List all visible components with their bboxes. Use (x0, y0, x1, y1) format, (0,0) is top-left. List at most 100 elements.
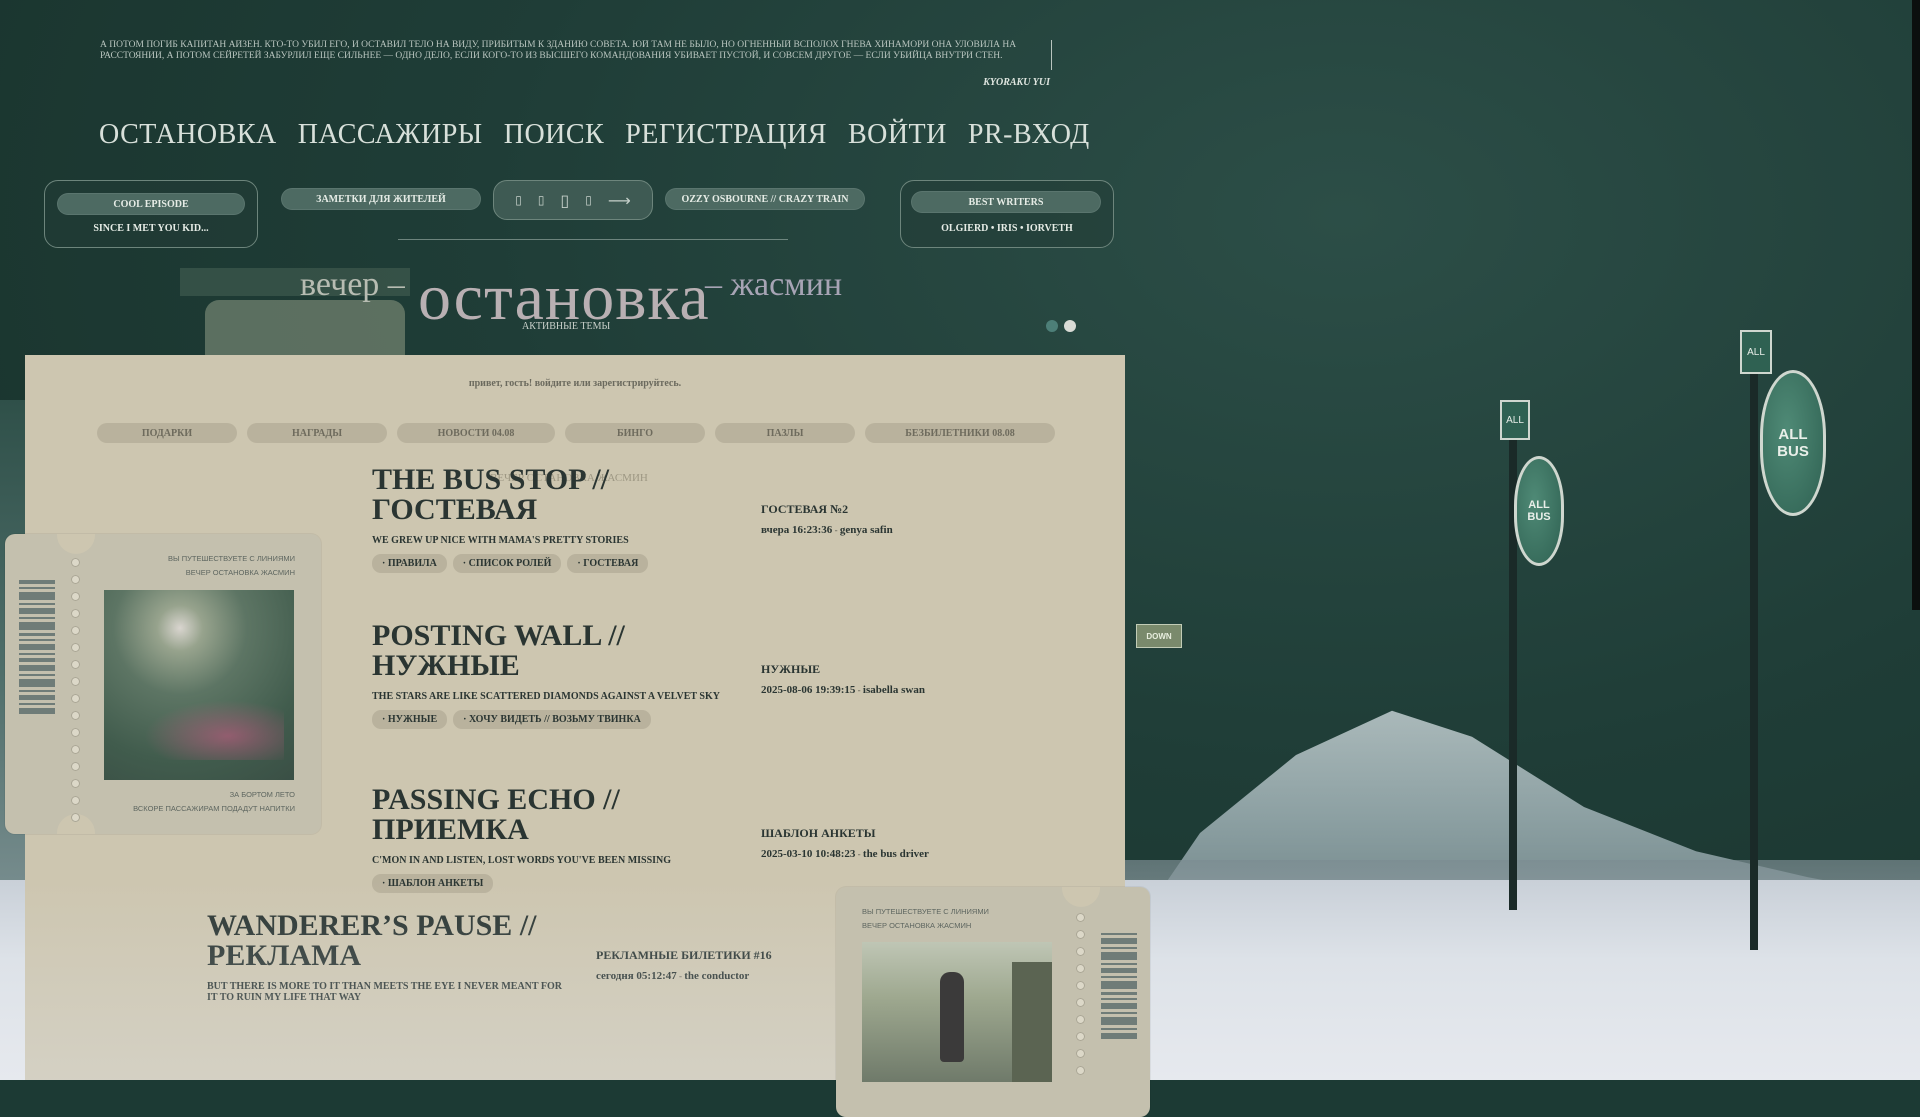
nav-register[interactable]: РЕГИСТРАЦИЯ (625, 119, 827, 151)
main-nav: ОСТАНОВКА ПАССАЖИРЫ ПОИСК РЕГИСТРАЦИЯ ВО… (99, 119, 1090, 151)
forward-icon[interactable]: ▯ (585, 193, 592, 207)
forum-title[interactable]: THE BUS STOP // ГОСТЕВАЯ (372, 465, 752, 525)
last-post-guestbook: ГОСТЕВАЯ №2 вчера 16:23:36 - genya safin (761, 502, 1041, 536)
ticket-right: ВЫ ПУТЕШЕСТВУЕТЕ С ЛИНИЯМИ ВЕЧЕР ОСТАНОВ… (836, 887, 1150, 1117)
forum-acceptance: PASSING ECHO // ПРИЕМКА C'MON IN AND LIS… (372, 785, 752, 893)
meta-separator: - (832, 525, 840, 535)
forum-guestbook: THE BUS STOP // ГОСТЕВАЯ WE GREW UP NICE… (372, 465, 752, 573)
meta-separator: - (855, 685, 863, 695)
cool-episode-widget: COOL EPISODE SINCE I MET YOU KID... (44, 180, 258, 248)
quote-author: KYORAKU YUI (983, 77, 1050, 88)
last-topic-title[interactable]: РЕКЛАМНЫЕ БИЛЕТИКИ #16 (596, 948, 776, 962)
cool-episode-caption[interactable]: SINCE I MET YOU KID... (45, 223, 257, 234)
last-post-date: сегодня 05:12:47 (596, 970, 677, 982)
last-post-date: 2025-03-10 10:48:23 (761, 848, 856, 860)
last-post-advertising: РЕКЛАМНЫЕ БИЛЕТИКИ #16 сегодня 05:12:47 … (596, 948, 776, 982)
nav-stop[interactable]: ОСТАНОВКА (99, 119, 277, 151)
tab-news[interactable]: НОВОСТИ 04.08 (397, 423, 555, 443)
tab-bingo[interactable]: БИНГО (565, 423, 705, 443)
last-post-author[interactable]: the bus driver (863, 848, 929, 860)
forum-title[interactable]: WANDERER’S PAUSE // РЕКЛАМА (207, 911, 567, 971)
ticket-line: ВЕЧЕР ОСТАНОВКА ЖАСМИН (862, 921, 972, 930)
next-arrow-icon[interactable]: ⟶ (608, 191, 631, 210)
subforum-want-to-see[interactable]: · ХОЧУ ВИДЕТЬ // ВОЗЬМУ ТВИНКА (453, 710, 651, 729)
slider-dot-1[interactable] (1046, 320, 1058, 332)
ticket-line: ВСКОРЕ ПАССАЖИРАМ ПОДАДУТ НАПИТКИ (133, 804, 295, 813)
guest-greeting: привет, гость! войдите или зарегистрируй… (468, 378, 682, 389)
nav-search[interactable]: ПОИСК (504, 119, 605, 151)
tab-puzzles[interactable]: ПАЗЛЫ (715, 423, 855, 443)
ticket-line: ВЫ ПУТЕШЕСТВУЕТЕ С ЛИНИЯМИ (862, 907, 989, 916)
forum-description: C'MON IN AND LISTEN, LOST WORDS YOU'VE B… (372, 855, 672, 866)
pause-icon[interactable]: ▯ (560, 191, 569, 210)
bus-sign-top-right: ALL (1740, 330, 1772, 374)
subforum-guestbook[interactable]: · ГОСТЕВАЯ (567, 554, 649, 573)
ticket-barcode (19, 580, 55, 714)
nav-login[interactable]: ВОЙТИ (848, 119, 947, 151)
slider-dots (1046, 320, 1076, 332)
track-title[interactable]: OZZY OSBOURNE // CRAZY TRAIN (665, 188, 865, 210)
forum-description: WE GREW UP NICE WITH MAMA'S PRETTY STORI… (372, 535, 629, 546)
ticket-photo-grass (104, 590, 294, 780)
subforum-rules[interactable]: · ПРАВИЛА (372, 554, 447, 573)
forum-wanted: POSTING WALL // НУЖНЫЕ THE STARS ARE LIK… (372, 621, 752, 729)
top-quote: А потом погиб капитан Айзен. Кто-то убил… (100, 40, 1052, 70)
last-post-author[interactable]: isabella swan (863, 684, 925, 696)
scroll-down-button[interactable]: DOWN (1136, 624, 1182, 648)
subforum-list: · НУЖНЫЕ · ХОЧУ ВИДЕТЬ // ВОЗЬМУ ТВИНКА (372, 710, 752, 729)
last-post-author[interactable]: genya safin (840, 524, 893, 536)
subforum-wanted[interactable]: · НУЖНЫЕ (372, 710, 448, 729)
best-writers-button[interactable]: BEST WRITERS (911, 191, 1101, 213)
ticket-notch (1062, 887, 1100, 907)
bus-shelter (205, 300, 405, 360)
tab-gifts[interactable]: ПОДАРКИ (97, 423, 237, 443)
music-player: ▯ ▯ ▯ ▯ ⟶ (493, 180, 653, 220)
subforum-list: · ШАБЛОН АНКЕТЫ (372, 874, 752, 893)
header-divider (398, 239, 788, 240)
ticket-line: ВЫ ПУТЕШЕСТВУЕТЕ С ЛИНИЯМИ (168, 554, 295, 563)
forum-description: THE STARS ARE LIKE SCATTERED DIAMONDS AG… (372, 691, 720, 702)
ticket-holes (1076, 913, 1085, 1075)
nav-pr-login[interactable]: PR-ВХОД (968, 119, 1090, 151)
title-right: – жасмин (705, 266, 843, 303)
prev-icon[interactable]: ▯ (515, 193, 522, 207)
best-writers-caption: OLGIERD • IRIS • IORVETH (941, 223, 1073, 234)
nav-passengers[interactable]: ПАССАЖИРЫ (298, 119, 483, 151)
tab-awards[interactable]: НАГРАДЫ (247, 423, 387, 443)
best-writers-widget: BEST WRITERS OLGIERD • IRIS • IORVETH (900, 180, 1114, 248)
subforum-roles[interactable]: · СПИСОК РОЛЕЙ (452, 554, 562, 573)
forum-advertising: WANDERER’S PAUSE // РЕКЛАМА BUT THERE IS… (207, 911, 567, 1004)
last-post-acceptance: ШАБЛОН АНКЕТЫ 2025-03-10 10:48:23 - the … (761, 826, 1041, 860)
last-topic-title[interactable]: НУЖНЫЕ (761, 662, 1041, 676)
bus-sign-right: ALL BUS (1760, 370, 1826, 516)
ticket-barcode (1101, 933, 1137, 1039)
last-post-author[interactable]: the conductor (684, 970, 749, 982)
ticket-line: ВЕЧЕР ОСТАНОВКА ЖАСМИН (185, 568, 295, 577)
subforum-template[interactable]: · ШАБЛОН АНКЕТЫ (372, 874, 494, 893)
last-post-date: 2025-08-06 19:39:15 (761, 684, 856, 696)
cool-episode-button[interactable]: COOL EPISODE (57, 193, 245, 215)
ticket-line: ЗА БОРТОМ ЛЕТО (229, 790, 295, 799)
bus-sign-left: ALL BUS (1514, 456, 1564, 566)
panel-tabs: ПОДАРКИ НАГРАДЫ НОВОСТИ 04.08 БИНГО ПАЗЛ… (97, 423, 1055, 443)
rewind-icon[interactable]: ▯ (538, 193, 545, 207)
last-post-date: вчера 16:23:36 (761, 524, 833, 536)
last-topic-title[interactable]: ГОСТЕВАЯ №2 (761, 502, 1041, 516)
title-left: вечер – (300, 266, 405, 303)
active-topics-label: АКТИВНЫЕ ТЕМЫ (522, 321, 611, 332)
forum-title[interactable]: PASSING ECHO // ПРИЕМКА (372, 785, 752, 845)
tab-stowaways[interactable]: БЕЗБИЛЕТНИКИ 08.08 (865, 423, 1055, 443)
ticket-holes (71, 558, 80, 822)
slider-dot-2[interactable] (1064, 320, 1076, 332)
window-edge (1912, 0, 1920, 610)
forum-description: BUT THERE IS MORE TO IT THAN MEETS THE E… (207, 981, 563, 1003)
last-post-wanted: НУЖНЫЕ 2025-08-06 19:39:15 - isabella sw… (761, 662, 1041, 696)
bus-sign-top-left: ALL (1500, 400, 1530, 440)
bus-stop-pole-right (1750, 350, 1758, 950)
ticket-photo-figure (862, 942, 1052, 1082)
meta-separator: - (855, 849, 863, 859)
ticket-left: ВЫ ПУТЕШЕСТВУЕТЕ С ЛИНИЯМИ ВЕЧЕР ОСТАНОВ… (5, 534, 321, 834)
forum-title[interactable]: POSTING WALL // НУЖНЫЕ (372, 621, 752, 681)
notes-button[interactable]: ЗАМЕТКИ ДЛЯ ЖИТЕЛЕЙ (281, 188, 481, 210)
last-topic-title[interactable]: ШАБЛОН АНКЕТЫ (761, 826, 1041, 840)
